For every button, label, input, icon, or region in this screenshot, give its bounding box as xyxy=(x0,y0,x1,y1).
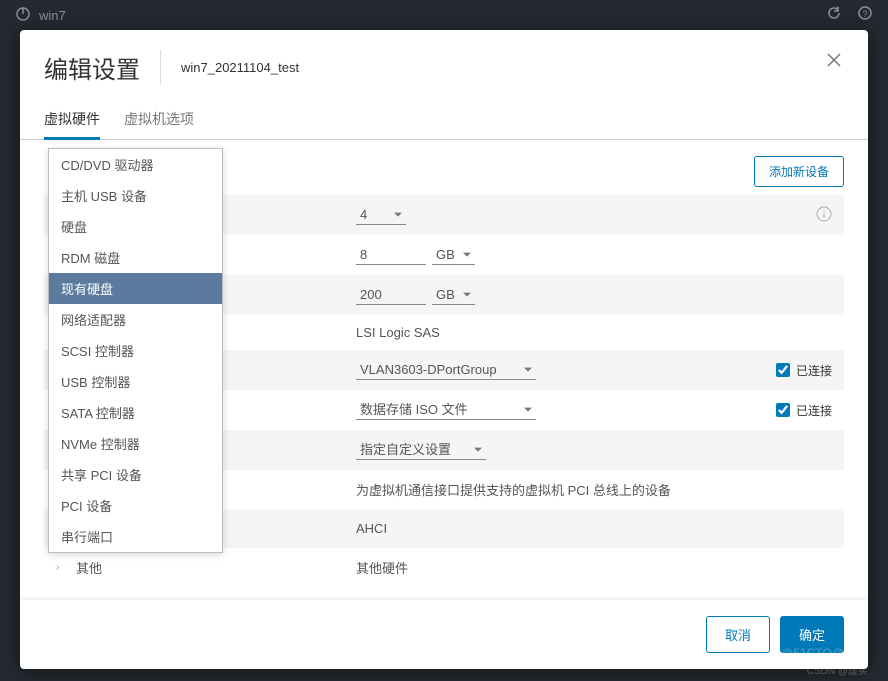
dropdown-item[interactable]: NVMe 控制器 xyxy=(49,428,222,459)
power-icon xyxy=(15,6,31,25)
svg-text:i: i xyxy=(823,210,825,221)
tab-vm-options[interactable]: 虚拟机选项 xyxy=(124,101,194,139)
other-value: 其他硬件 xyxy=(356,558,408,577)
dropdown-item[interactable]: 主机 USB 设备 xyxy=(49,180,222,211)
modal-subtitle: win7_20211104_test xyxy=(161,60,299,75)
network-connected-label: 已连接 xyxy=(796,362,832,379)
cdrom-select[interactable]: 数据存储 ISO 文件 xyxy=(356,400,536,420)
help-icon[interactable]: ? xyxy=(857,5,873,26)
dropdown-item[interactable]: 共享 PCI 设备 xyxy=(49,459,222,490)
network-connected-checkbox[interactable] xyxy=(776,363,790,377)
disk-input[interactable] xyxy=(356,285,426,305)
row-other: › 其他 其他硬件 xyxy=(44,548,844,587)
cancel-button[interactable]: 取消 xyxy=(706,616,770,653)
dropdown-item[interactable]: PCI 设备 xyxy=(49,490,222,521)
cdrom-connected-checkbox[interactable] xyxy=(776,403,790,417)
chevron-right-icon[interactable]: › xyxy=(56,562,70,573)
close-button[interactable] xyxy=(824,50,844,75)
scsi-value: LSI Logic SAS xyxy=(356,325,440,340)
vmci-value: 为虚拟机通信接口提供支持的虚拟机 PCI 总线上的设备 xyxy=(356,480,671,499)
other-label: 其他 xyxy=(76,558,102,577)
dropdown-item[interactable]: SCSI 控制器 xyxy=(49,335,222,366)
dropdown-item[interactable]: 网络适配器 xyxy=(49,304,222,335)
dropdown-item[interactable]: 现有硬盘 xyxy=(49,273,222,304)
svg-text:?: ? xyxy=(862,9,867,19)
modal-footer: 取消 确定 xyxy=(20,600,868,669)
cpu-select[interactable] xyxy=(356,205,406,225)
dropdown-item[interactable]: 硬盘 xyxy=(49,211,222,242)
add-device-dropdown: CD/DVD 驱动器主机 USB 设备硬盘RDM 磁盘现有硬盘网络适配器SCSI… xyxy=(48,148,223,553)
dropdown-item[interactable]: RDM 磁盘 xyxy=(49,242,222,273)
refresh-icon[interactable] xyxy=(826,5,842,26)
disk-unit-select[interactable]: GB xyxy=(432,285,475,305)
dropdown-item[interactable]: USB 控制器 xyxy=(49,366,222,397)
topbar: win7 ? xyxy=(0,0,888,30)
dropdown-item[interactable]: CD/DVD 驱动器 xyxy=(49,149,222,180)
ok-button[interactable]: 确定 xyxy=(780,616,844,653)
tab-virtual-hardware[interactable]: 虚拟硬件 xyxy=(44,101,100,139)
memory-input[interactable] xyxy=(356,245,426,265)
dropdown-item[interactable]: SATA 控制器 xyxy=(49,397,222,428)
cdrom-connected-label: 已连接 xyxy=(796,402,832,419)
memory-unit-select[interactable]: GB xyxy=(432,245,475,265)
sata-value: AHCI xyxy=(356,521,387,536)
info-icon[interactable]: i xyxy=(816,206,832,225)
edit-settings-modal: 编辑设置 win7_20211104_test 虚拟硬件 虚拟机选项 添加新设备… xyxy=(20,30,868,669)
network-select[interactable]: VLAN3603-DPortGroup xyxy=(356,360,536,380)
add-device-button[interactable]: 添加新设备 xyxy=(754,156,844,187)
video-select[interactable]: 指定自定义设置 xyxy=(356,440,486,460)
dropdown-item[interactable]: 串行端口 xyxy=(49,521,222,552)
modal-header: 编辑设置 win7_20211104_test xyxy=(20,30,868,101)
tabs: 虚拟硬件 虚拟机选项 xyxy=(20,101,868,140)
topbar-title: win7 xyxy=(39,8,66,23)
modal-title: 编辑设置 xyxy=(44,50,161,85)
modal-body: 添加新设备 i GB xyxy=(20,140,868,600)
